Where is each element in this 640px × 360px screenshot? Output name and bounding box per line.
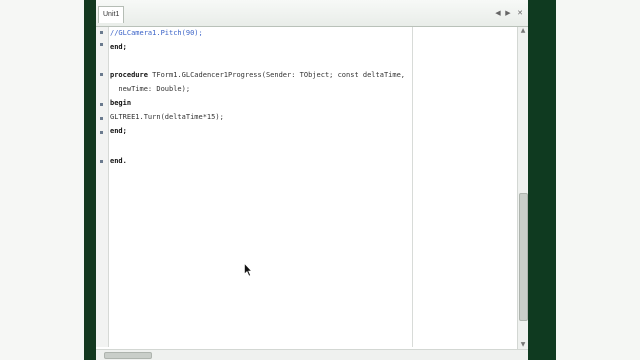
code-line[interactable]: end; bbox=[110, 41, 127, 53]
code-editor[interactable]: //GLCamera1.Pitch(90); end; procedure TF… bbox=[110, 27, 412, 347]
code-line[interactable]: end; bbox=[110, 125, 127, 137]
breakpoint-dot-icon[interactable] bbox=[100, 31, 103, 34]
vertical-scroll-thumb[interactable] bbox=[519, 193, 528, 321]
mouse-pointer-icon bbox=[244, 263, 252, 277]
code-line[interactable]: //GLCamera1.Pitch(90); bbox=[110, 27, 203, 39]
code-line[interactable]: GLTREE1.Turn(deltaTime*15); bbox=[110, 111, 224, 123]
code-text: TForm1.GLCadencer1Progress(Sender: TObje… bbox=[147, 71, 406, 79]
breakpoint-dot-icon[interactable] bbox=[100, 131, 103, 134]
tab-unit1[interactable]: Unit1 bbox=[98, 6, 125, 23]
desktop-background-right bbox=[556, 0, 640, 360]
code-line[interactable]: end. bbox=[110, 155, 127, 167]
breakpoint-dot-icon[interactable] bbox=[100, 43, 103, 46]
editor-tab-bar: ◀ ▶ ✕ bbox=[96, 0, 528, 27]
nav-back-forward-icon[interactable]: ▶ bbox=[504, 9, 512, 17]
right-margin-guide bbox=[412, 27, 413, 347]
close-icon[interactable]: ✕ bbox=[516, 9, 524, 17]
code-line[interactable]: newTime: Double); bbox=[110, 83, 190, 95]
editor-gutter bbox=[96, 27, 109, 347]
vertical-scrollbar[interactable]: ▲ ▼ bbox=[517, 27, 528, 349]
window-frame-left bbox=[84, 0, 96, 360]
horizontal-scrollbar[interactable] bbox=[96, 349, 528, 360]
desktop-background-left bbox=[0, 0, 84, 360]
breakpoint-dot-icon[interactable] bbox=[100, 160, 103, 163]
breakpoint-dot-icon[interactable] bbox=[100, 117, 103, 120]
code-line[interactable]: begin bbox=[110, 97, 131, 109]
nav-back-forward-icon[interactable]: ◀ bbox=[494, 9, 502, 17]
breakpoint-dot-icon[interactable] bbox=[100, 103, 103, 106]
horizontal-scroll-thumb[interactable] bbox=[104, 352, 152, 359]
breakpoint-dot-icon[interactable] bbox=[100, 73, 103, 76]
scroll-up-icon[interactable]: ▲ bbox=[518, 27, 528, 35]
window-frame-right bbox=[528, 0, 556, 360]
scroll-down-icon[interactable]: ▼ bbox=[518, 341, 528, 349]
code-keyword: procedure bbox=[110, 71, 148, 79]
code-line[interactable]: procedure TForm1.GLCadencer1Progress(Sen… bbox=[110, 69, 405, 81]
